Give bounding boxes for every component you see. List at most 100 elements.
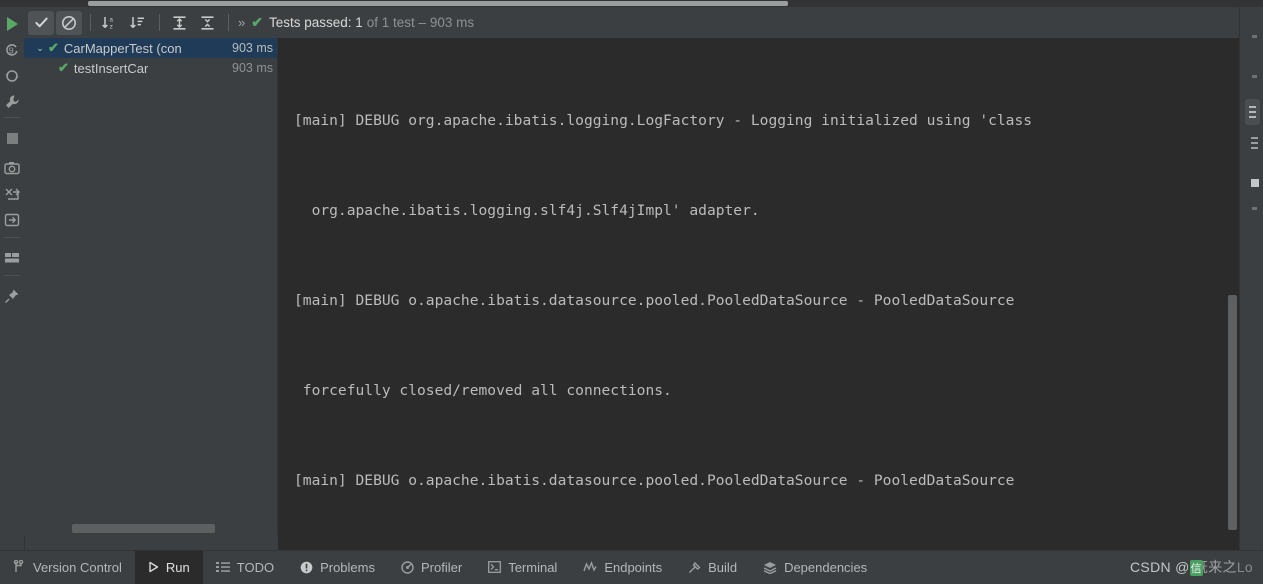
list-icon (215, 561, 230, 573)
statusbar-run[interactable]: Run (134, 550, 203, 584)
show-passed-toggle[interactable] (28, 10, 54, 35)
test-class-label: CarMapperTest (con (63, 40, 182, 56)
show-ignored-toggle[interactable] (56, 10, 82, 35)
collapse-all-icon (201, 15, 213, 30)
log-line: [main] DEBUG org.apache.ibatis.logging.L… (294, 112, 1033, 129)
top-scrollbar-thumb[interactable] (88, 1, 788, 6)
expand-all-button[interactable] (166, 11, 192, 35)
pin-icon (5, 289, 19, 303)
statusbar-problems[interactable]: Problems (287, 551, 388, 584)
right-tool-window-stripe (1239, 7, 1263, 550)
play-icon (148, 561, 159, 573)
pin-tab-button[interactable] (0, 283, 24, 309)
statusbar-terminal[interactable]: Terminal (475, 551, 570, 584)
rerun-failed-icon: 9 (6, 44, 18, 57)
stripe-notifications-button[interactable] (1245, 99, 1260, 125)
toolbar-divider-2 (159, 14, 160, 31)
gutter-divider-3 (4, 275, 20, 276)
layers-icon (763, 561, 777, 574)
statusbar-version-control[interactable]: Version Control (0, 551, 135, 584)
log-line: org.apache.ibatis.logging.slf4j.Slf4jImp… (294, 202, 760, 219)
sort-alpha-icon: a z (102, 16, 113, 30)
rerun-button[interactable] (0, 11, 24, 37)
stop-button[interactable] (0, 125, 24, 151)
tests-tree-panel: ⌄ ✔ CarMapperTest (con 903 ms ✔ testInse… (24, 38, 278, 535)
restart-button[interactable] (0, 63, 24, 89)
rerun-failed-tests-button[interactable]: 9 (0, 37, 24, 63)
wrench-icon (6, 95, 19, 108)
status-check-icon: ✔ (251, 14, 263, 30)
test-class-duration: 903 ms (228, 41, 273, 55)
svg-text:9: 9 (9, 47, 14, 57)
bottom-status-bar: Version Control Run TODO Problems Profil… (0, 550, 1263, 584)
toolbar-overflow-button[interactable]: » (235, 15, 251, 30)
terminal-icon (488, 561, 502, 573)
gutter-divider-2 (4, 237, 20, 238)
watermark-tail: Lo (1236, 559, 1253, 575)
statusbar-label: Profiler (421, 559, 463, 575)
svg-text:z: z (109, 23, 113, 30)
statusbar-label: Endpoints (604, 559, 663, 575)
checkmark-icon (34, 17, 48, 28)
stripe-marker (1252, 207, 1257, 210)
log-line: [main] DEBUG o.apache.ibatis.datasource.… (294, 472, 1015, 489)
statusbar-label: TODO (236, 559, 275, 575)
run-tool-window-action-gutter: 9 (0, 7, 25, 550)
branch-icon (13, 560, 26, 574)
tree-horizontal-scrollbar-track[interactable] (24, 522, 277, 535)
expand-all-icon (173, 15, 185, 30)
toolbar-divider-1 (90, 14, 91, 31)
run-triangle-icon (6, 17, 18, 31)
log-line: [main] DEBUG o.apache.ibatis.datasource.… (294, 292, 1015, 309)
restart-icon (5, 70, 19, 82)
settings-wrench-button[interactable] (0, 89, 24, 115)
export-test-results-button[interactable] (0, 181, 24, 207)
layout-icon (5, 253, 19, 263)
gauge-icon (401, 560, 414, 574)
import-icon (4, 213, 20, 227)
sort-alphabetically-button[interactable]: a z (97, 11, 123, 35)
stop-square-icon (6, 132, 18, 144)
watermark-prefix: CSDN @ (1130, 559, 1190, 575)
sort-by-duration-button[interactable] (125, 11, 151, 35)
statusbar-build[interactable]: Build (675, 551, 750, 584)
top-scrollbar-track[interactable] (0, 0, 1263, 7)
test-runner-toolbar: a z » ✔ Tests passed: 1 of 1 test – 903 … (24, 7, 1263, 38)
test-method-duration: 903 ms (232, 61, 273, 75)
gutter-divider (4, 117, 20, 118)
screenshot-button[interactable] (0, 155, 24, 181)
exclamation-circle-icon (300, 561, 313, 574)
statusbar-profiler[interactable]: Profiler (388, 551, 475, 584)
sort-duration-icon (130, 16, 144, 28)
camera-icon (4, 162, 20, 175)
toolbar-divider-3 (228, 14, 229, 31)
test-status-line: ✔ Tests passed: 1 of 1 test – 903 ms (251, 14, 474, 31)
test-method-node[interactable]: ✔ testInsertCar 903 ms (24, 58, 277, 78)
endpoints-icon (583, 561, 597, 573)
statusbar-todo[interactable]: TODO (203, 551, 287, 584)
export-icon (5, 188, 20, 200)
stripe-marker-square (1251, 179, 1259, 187)
stripe-marker-group (1251, 137, 1258, 149)
layout-settings-button[interactable] (0, 245, 24, 271)
test-passed-icon: ✔ (48, 40, 59, 55)
tree-horizontal-scrollbar-thumb[interactable] (72, 524, 215, 533)
collapse-all-button[interactable] (194, 11, 220, 35)
chevron-down-icon[interactable]: ⌄ (32, 43, 48, 54)
tests-passed-label: Tests passed: 1 (268, 15, 363, 30)
hammer-icon (688, 561, 701, 574)
console-vertical-scrollbar-thumb[interactable] (1228, 295, 1237, 530)
statusbar-label: Version Control (33, 559, 122, 575)
statusbar-label: Build (708, 559, 738, 575)
statusbar-dependencies[interactable]: Dependencies (750, 551, 880, 584)
test-class-node[interactable]: ⌄ ✔ CarMapperTest (con 903 ms (24, 38, 277, 58)
statusbar-endpoints[interactable]: Endpoints (570, 551, 675, 584)
console-output-panel[interactable]: [main] DEBUG org.apache.ibatis.logging.L… (278, 38, 1240, 550)
statusbar-label: Dependencies (784, 559, 868, 575)
svg-text:a: a (109, 16, 113, 23)
import-test-results-button[interactable] (0, 207, 24, 233)
log-line: forcefully closed/removed all connection… (294, 382, 672, 399)
test-passed-icon: ✔ (58, 60, 69, 75)
watermark-badge: 信 (1189, 560, 1203, 576)
statusbar-label: Run (165, 559, 190, 575)
